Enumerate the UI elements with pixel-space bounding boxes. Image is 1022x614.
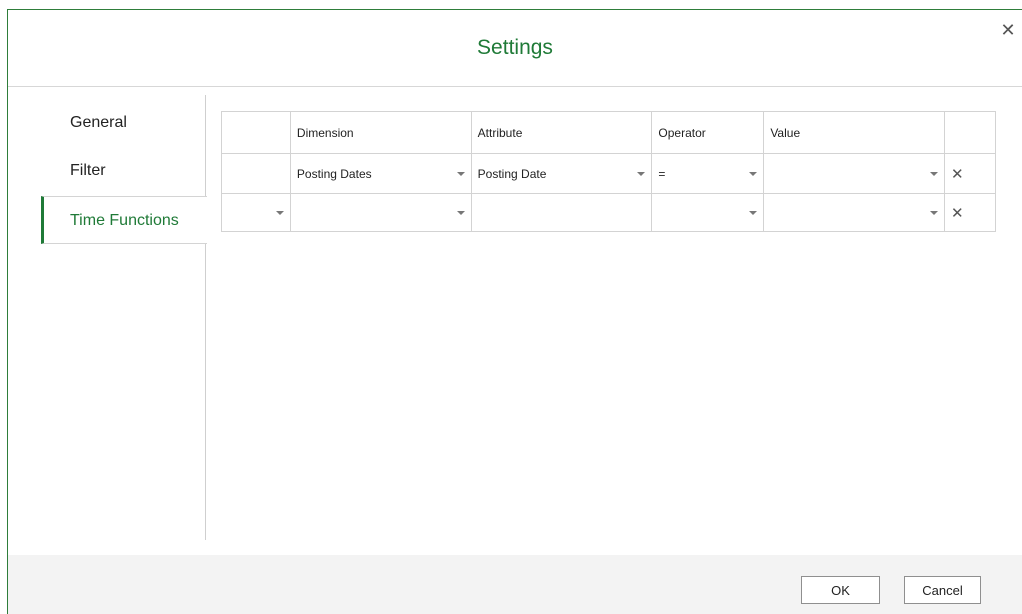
- dialog-footer: OK Cancel: [8, 555, 1022, 614]
- row-lead-cell: [221, 153, 291, 194]
- chevron-down-icon[interactable]: [930, 171, 939, 176]
- chevron-down-icon[interactable]: [275, 210, 284, 215]
- ok-button[interactable]: OK: [801, 576, 880, 604]
- operator-value: =: [658, 166, 666, 181]
- remove-row-icon[interactable]: ✕: [944, 153, 996, 194]
- attribute-field[interactable]: [470, 193, 653, 232]
- operator-dropdown[interactable]: [651, 193, 765, 232]
- attribute-dropdown[interactable]: Posting Date: [470, 153, 653, 194]
- settings-sidebar: General Filter Time Functions: [8, 95, 207, 540]
- dialog-title: Settings: [477, 36, 553, 59]
- dimension-dropdown[interactable]: [289, 193, 472, 232]
- value-dropdown[interactable]: [763, 153, 946, 194]
- filter-grid: Dimension Attribute Operator Value Posti…: [221, 111, 996, 232]
- dimension-value: Posting Dates: [296, 166, 372, 181]
- chevron-down-icon[interactable]: [930, 210, 939, 215]
- grid-header-row: Dimension Attribute Operator Value: [221, 111, 996, 154]
- operator-dropdown[interactable]: =: [651, 153, 765, 194]
- header-divider: [8, 86, 1022, 87]
- column-header-lead: [221, 111, 291, 154]
- chevron-down-icon[interactable]: [456, 210, 465, 215]
- tab-time-functions[interactable]: Time Functions: [41, 196, 207, 244]
- chevron-down-icon[interactable]: [637, 171, 646, 176]
- tab-filter[interactable]: Filter: [41, 147, 206, 195]
- column-header-actions: [944, 111, 996, 154]
- column-header-operator: Operator: [651, 111, 765, 154]
- chevron-down-icon[interactable]: [749, 171, 758, 176]
- column-header-attribute: Attribute: [470, 111, 653, 154]
- value-dropdown[interactable]: [763, 193, 946, 232]
- close-icon[interactable]: ✕: [1000, 21, 1016, 39]
- tab-general[interactable]: General: [41, 99, 206, 147]
- column-header-dimension: Dimension: [289, 111, 472, 154]
- settings-dialog: Settings ✕ General Filter Time Functions…: [7, 9, 1022, 614]
- chevron-down-icon[interactable]: [456, 171, 465, 176]
- column-header-value: Value: [763, 111, 946, 154]
- table-row: ✕: [221, 193, 996, 232]
- chevron-down-icon[interactable]: [749, 210, 758, 215]
- dimension-dropdown[interactable]: Posting Dates: [289, 153, 472, 194]
- row-lead-dropdown[interactable]: [221, 193, 291, 232]
- cancel-button[interactable]: Cancel: [904, 576, 981, 604]
- remove-row-icon[interactable]: ✕: [944, 193, 996, 232]
- attribute-value: Posting Date: [477, 166, 547, 181]
- table-row: Posting Dates Posting Date = ✕: [221, 153, 996, 194]
